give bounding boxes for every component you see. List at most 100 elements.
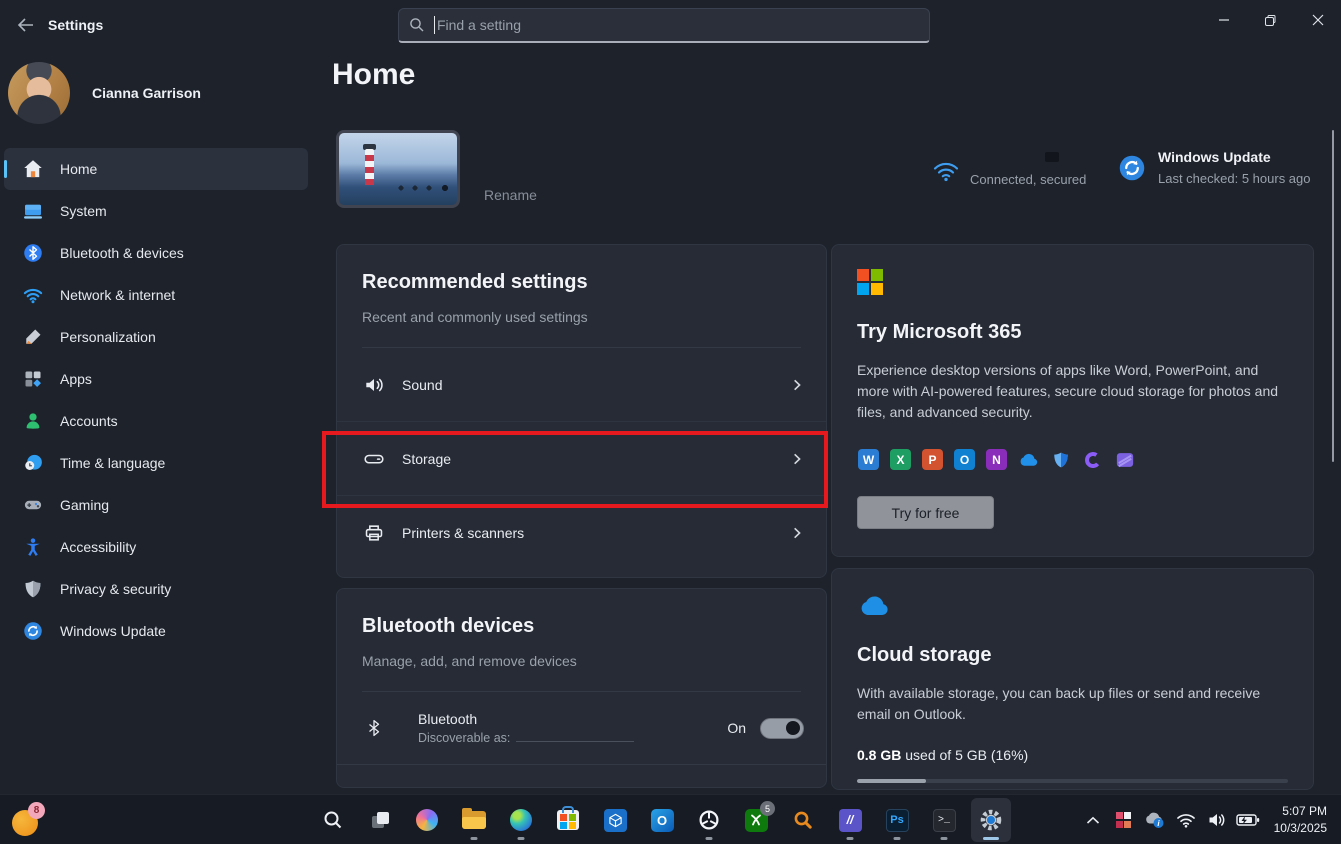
- wifi-status-icon: [932, 160, 960, 187]
- close-button[interactable]: [1294, 0, 1341, 40]
- edge-button[interactable]: [501, 798, 541, 842]
- onedrive-cloud-icon: [857, 595, 1313, 622]
- copilot-button[interactable]: [407, 798, 447, 842]
- gamepad-icon: [22, 494, 44, 516]
- selected-indicator: [4, 160, 7, 178]
- sound-icon: [362, 373, 386, 397]
- search-input[interactable]: [437, 17, 919, 33]
- word-icon: W: [858, 449, 879, 470]
- bluetooth-toggle[interactable]: [760, 718, 804, 739]
- microsoft-365-card: Try Microsoft 365 Experience desktop ver…: [831, 244, 1314, 557]
- try-for-free-button[interactable]: Try for free: [857, 496, 994, 529]
- powertoys-search-button[interactable]: [783, 798, 823, 842]
- onedrive-tray-icon[interactable]: i: [1142, 802, 1168, 838]
- sidebar-item-accounts[interactable]: Accounts: [4, 400, 308, 442]
- designer-icon: [1114, 449, 1135, 470]
- start-button[interactable]: [266, 798, 306, 842]
- tray-chevron-up[interactable]: [1080, 802, 1106, 838]
- mural-button[interactable]: //: [830, 798, 870, 842]
- running-indicator: [471, 837, 478, 840]
- sidebar-nav: Home System Bluetooth & devices Network …: [4, 148, 308, 652]
- redacted-network-name: [1045, 152, 1059, 162]
- wifi-tray-icon[interactable]: [1173, 802, 1199, 838]
- settings-taskbar-button[interactable]: [971, 798, 1011, 842]
- outlook-button[interactable]: O: [642, 798, 682, 842]
- device-preview-image: [336, 130, 460, 208]
- sidebar-item-windows-update[interactable]: Windows Update: [4, 610, 308, 652]
- chevron-right-icon: [790, 378, 804, 392]
- windows-update-icon: [22, 620, 44, 642]
- terminal-button[interactable]: >_: [924, 798, 964, 842]
- page-title: Home: [332, 58, 415, 92]
- sidebar-item-label: Apps: [60, 371, 92, 387]
- xbox-button[interactable]: 5: [736, 798, 776, 842]
- sidebar-item-label: Personalization: [60, 329, 156, 345]
- task-view-button[interactable]: [360, 798, 400, 842]
- terminal-icon: >_: [933, 809, 956, 832]
- tray-app-grid-icon[interactable]: [1111, 802, 1137, 838]
- microsoft-store-button[interactable]: [548, 798, 588, 842]
- window-controls: [1200, 0, 1341, 44]
- settings-window: Settings Cianna Garrison Home Syste: [0, 0, 1341, 844]
- sidebar-item-label: Privacy & security: [60, 581, 171, 597]
- clock-globe-icon: [22, 452, 44, 474]
- m365-description: Experience desktop versions of apps like…: [857, 360, 1288, 423]
- restore-icon: [1264, 14, 1277, 27]
- user-account-block[interactable]: Cianna Garrison: [8, 58, 308, 128]
- sidebar-item-accessibility[interactable]: Accessibility: [4, 526, 308, 568]
- onenote-icon: N: [986, 449, 1007, 470]
- orange-search-icon: [791, 808, 815, 832]
- sidebar-item-gaming[interactable]: Gaming: [4, 484, 308, 526]
- restore-button[interactable]: [1247, 0, 1294, 40]
- battery-tray-icon[interactable]: [1235, 802, 1261, 838]
- bluetooth-icon: [22, 242, 44, 264]
- sidebar-item-apps[interactable]: Apps: [4, 358, 308, 400]
- app-title: Settings: [48, 17, 103, 33]
- windows-update-status-block[interactable]: Windows Update Last checked: 5 hours ago: [1118, 146, 1328, 196]
- wifi-status-text: Connected, secured: [970, 172, 1086, 187]
- avatar: [8, 62, 70, 124]
- edge-icon: [510, 809, 532, 831]
- setting-row-sound[interactable]: Sound: [337, 348, 826, 422]
- sidebar-item-network-internet[interactable]: Network & internet: [4, 274, 308, 316]
- update-status-text: Last checked: 5 hours ago: [1158, 171, 1311, 186]
- defender-shield-icon: [1050, 449, 1071, 470]
- sidebar-item-system[interactable]: System: [4, 190, 308, 232]
- sidebar-item-personalization[interactable]: Personalization: [4, 316, 308, 358]
- sidebar-item-privacy-security[interactable]: Privacy & security: [4, 568, 308, 610]
- dev-home-icon: [604, 809, 627, 832]
- windows-update-status-icon: [1118, 154, 1146, 182]
- wifi-status-block[interactable]: Connected, secured: [930, 150, 1100, 194]
- running-indicator: [847, 837, 854, 840]
- sidebar-item-time-language[interactable]: Time & language: [4, 442, 308, 484]
- back-button[interactable]: [10, 12, 40, 38]
- widget-notification-badge: 8: [28, 802, 45, 819]
- chatgpt-button[interactable]: [689, 798, 729, 842]
- minimize-button[interactable]: [1200, 0, 1247, 40]
- rename-link[interactable]: Rename: [484, 187, 537, 203]
- taskbar-search-button[interactable]: [313, 798, 353, 842]
- file-explorer-button[interactable]: [454, 798, 494, 842]
- search-icon: [409, 17, 425, 33]
- volume-tray-icon[interactable]: [1204, 802, 1230, 838]
- setting-row-label: Printers & scanners: [402, 525, 790, 541]
- photoshop-button[interactable]: Ps: [877, 798, 917, 842]
- running-indicator: [706, 837, 713, 840]
- sidebar-item-bluetooth-devices[interactable]: Bluetooth & devices: [4, 232, 308, 274]
- text-caret: [434, 16, 435, 34]
- card-subtitle: Recent and commonly used settings: [362, 309, 801, 325]
- running-indicator: [894, 837, 901, 840]
- taskbar-clock[interactable]: 5:07 PM 10/3/2025: [1274, 803, 1327, 837]
- taskbar: 8: [0, 794, 1341, 844]
- search-box[interactable]: [398, 8, 930, 43]
- sidebar-item-label: Network & internet: [60, 287, 175, 303]
- minimize-icon: [1218, 14, 1230, 26]
- m365-app-icons-row: W X P O N: [858, 449, 1313, 470]
- file-explorer-icon: [462, 811, 486, 829]
- vertical-scrollbar[interactable]: [1332, 130, 1334, 462]
- widgets-button[interactable]: 8: [10, 802, 50, 838]
- onedrive-icon: [1018, 449, 1039, 470]
- bluetooth-row[interactable]: Bluetooth Discoverable as: On: [337, 692, 826, 764]
- sidebar-item-home[interactable]: Home: [4, 148, 308, 190]
- dev-home-button[interactable]: [595, 798, 635, 842]
